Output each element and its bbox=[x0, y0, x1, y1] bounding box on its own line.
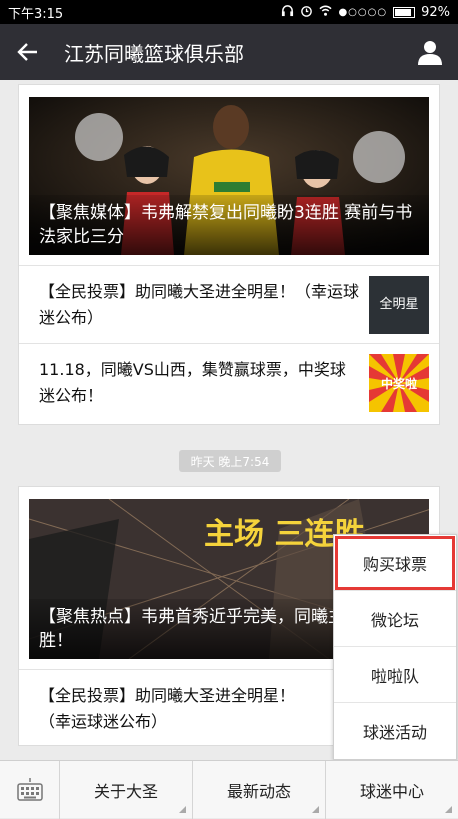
list-item-title: 11.18，同曦VS山西，集赞赢球票，中奖球迷公布！ bbox=[39, 359, 346, 405]
menu-item-fan-events[interactable]: 球迷活动 bbox=[334, 703, 456, 759]
menu-about[interactable]: 关于大圣 bbox=[60, 761, 193, 819]
article-card-1: 【聚焦媒体】韦弗解禁复出同曦盼3连胜 赛前与书法家比三分 【全民投票】助同曦大圣… bbox=[18, 84, 440, 425]
submenu-popup: 购买球票 微论坛 啦啦队 球迷活动 bbox=[333, 534, 457, 760]
submenu-indicator-icon bbox=[312, 806, 319, 813]
page-title: 江苏同曦篮球俱乐部 bbox=[64, 41, 244, 66]
menu-latest-news-label: 最新动态 bbox=[226, 782, 291, 801]
headphones-icon bbox=[281, 4, 294, 21]
hero-caption-1: 【聚焦媒体】韦弗解禁复出同曦盼3连胜 赛前与书法家比三分 bbox=[29, 195, 429, 255]
message-timestamp: 昨天 晚上7:54 bbox=[179, 450, 281, 472]
thumb-label: 中奖啦 bbox=[381, 376, 417, 391]
menu-fan-center[interactable]: 球迷中心 bbox=[326, 761, 458, 819]
submenu-indicator-icon bbox=[179, 806, 186, 813]
list-item-title: 【全民投票】助同曦大圣进全明星！（幸运球迷公布） bbox=[39, 281, 360, 327]
submenu-indicator-icon bbox=[445, 806, 452, 813]
menu-about-label: 关于大圣 bbox=[93, 782, 158, 801]
menu-fan-center-label: 球迷中心 bbox=[359, 782, 424, 801]
status-bar: 下午3:15 ●○○○○ 92% bbox=[0, 0, 458, 24]
title-bar: 江苏同曦篮球俱乐部 bbox=[0, 24, 458, 80]
thumbnail-winners: 中奖啦 bbox=[369, 353, 429, 412]
profile-button[interactable] bbox=[402, 24, 458, 80]
hero-article-1[interactable]: 【聚焦媒体】韦弗解禁复出同曦盼3连胜 赛前与书法家比三分 bbox=[29, 97, 429, 255]
menu-item-buy-tickets[interactable]: 购买球票 bbox=[334, 535, 456, 591]
keyboard-toggle-button[interactable] bbox=[0, 761, 60, 819]
thumb-label: 全明星 bbox=[379, 296, 418, 312]
status-time: 下午3:15 bbox=[8, 6, 64, 22]
list-item[interactable]: 【全民投票】助同曦大圣进全明星！（幸运球迷公布） 全明星 bbox=[19, 265, 439, 343]
user-icon bbox=[418, 41, 442, 65]
menu-item-micro-forum[interactable]: 微论坛 bbox=[334, 591, 456, 647]
bottom-menu-bar: 关于大圣 最新动态 球迷中心 bbox=[0, 760, 458, 819]
menu-item-cheerleaders[interactable]: 啦啦队 bbox=[334, 647, 456, 703]
battery-level: 92% bbox=[421, 4, 450, 20]
alarm-icon bbox=[300, 4, 313, 21]
wifi-icon bbox=[319, 4, 332, 21]
back-arrow-icon bbox=[17, 43, 37, 61]
menu-latest-news[interactable]: 最新动态 bbox=[193, 761, 326, 819]
battery-icon bbox=[393, 6, 416, 18]
back-button[interactable] bbox=[0, 24, 56, 80]
signal-icon: ●○○○○ bbox=[338, 6, 388, 18]
list-item[interactable]: 11.18，同曦VS山西，集赞赢球票，中奖球迷公布！ 中奖啦 bbox=[19, 343, 439, 421]
thumbnail-allstar: 全明星 bbox=[369, 275, 429, 334]
keyboard-icon bbox=[16, 778, 43, 801]
